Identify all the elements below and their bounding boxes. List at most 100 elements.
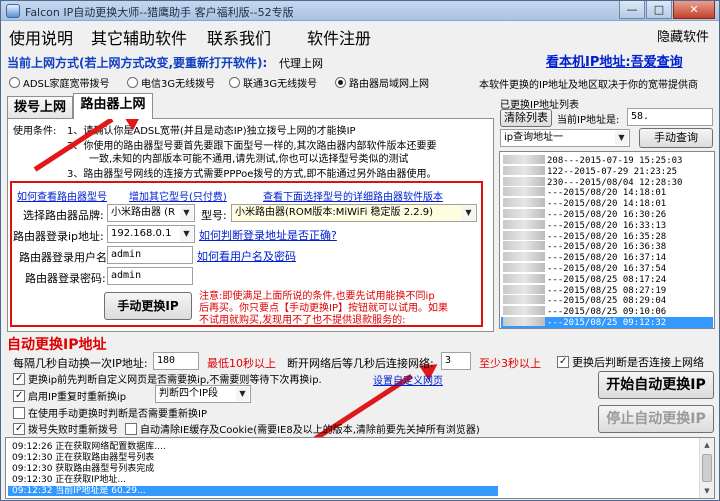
opt-clear-cache[interactable]: 自动清除IE缓存及Cookie(需要IE8及以上的版本,清除前要先关掉所有浏览器… bbox=[125, 421, 480, 436]
hide-software-button[interactable]: 隐藏软件 bbox=[657, 26, 709, 45]
opt-manual-check[interactable]: 在使用手动更换时判断是否需要重新换IP bbox=[13, 405, 207, 420]
check-connected-box bbox=[557, 356, 569, 368]
condition-2: 2、你使用的路由器型号要首先要跟下面型号一样的,其次路由器内部软件版本还要要 bbox=[67, 141, 437, 152]
mode-value: 代理上网 bbox=[279, 57, 323, 70]
conditions-prefix: 使用条件: bbox=[13, 126, 57, 137]
opt-repeat-ip-box bbox=[13, 390, 25, 402]
radio-adsl[interactable]: ADSL家庭宽带拨号 bbox=[9, 75, 109, 90]
opt-manual-check-box bbox=[13, 407, 25, 419]
tab-router[interactable]: 路由器上网 bbox=[73, 93, 153, 119]
view-models-link[interactable]: 如何查看路由器型号 bbox=[17, 188, 107, 203]
title-bar[interactable]: Falcon IP自动更换大师--猎鹰助手 客户福利版--52专版 — □ ✕ bbox=[1, 1, 719, 21]
menu-register[interactable]: 软件注册 bbox=[307, 25, 371, 49]
masked-ip-prefix bbox=[503, 252, 545, 262]
opt-custom-page[interactable]: 更换ip前先判断自定义网页是否需要换ip,不需要则等待下次再换ip. bbox=[13, 371, 322, 386]
model-dropdown-icon: ▼ bbox=[462, 206, 475, 220]
reconnect-label: 断开网络后等几秒后连接网络: bbox=[287, 357, 434, 370]
radio-unicom-3g[interactable]: 联通3G无线拨号 bbox=[229, 75, 317, 90]
check-login-link[interactable]: 如何判断登录地址是否正确? bbox=[199, 227, 337, 243]
log-scrollbar[interactable]: ▲ ▼ bbox=[699, 438, 714, 498]
menu-other-tools[interactable]: 其它辅助软件 bbox=[91, 25, 187, 49]
log-entry: 09:12:30 正在获取路由器型号列表 bbox=[12, 453, 155, 463]
interval-label: 每隔几秒自动换一次IP地址: bbox=[13, 357, 148, 370]
current-ip-field[interactable]: 58. bbox=[627, 108, 713, 126]
ip-history-row[interactable]: 230---2015/08/04 12:28:30 bbox=[503, 176, 682, 188]
ip-history-time: ---2015/08/20 16:33:13 bbox=[547, 220, 667, 231]
ip-history-list[interactable]: 208---2015-07-19 15:25:03 122--2015-07-29… bbox=[499, 151, 715, 329]
ip-query-select[interactable]: ip查询地址一 ▼ bbox=[500, 129, 630, 147]
ip-history-row[interactable]: ---2015/08/20 16:35:28 bbox=[503, 230, 667, 242]
opt-repeat-ip-label: 启用IP重复时重新换ip bbox=[28, 392, 127, 403]
ip-query-dropdown-icon: ▼ bbox=[615, 131, 628, 145]
ip-history-time: ---2015/08/20 16:35:28 bbox=[547, 231, 667, 242]
ip-history-row[interactable]: ---2015/08/20 16:36:38 bbox=[503, 241, 666, 252]
interval-note: 最低10秒以上 bbox=[207, 357, 276, 370]
tab-dialup[interactable]: 拨号上网 bbox=[7, 96, 73, 119]
masked-ip-prefix bbox=[503, 230, 545, 240]
set-custom-page-link[interactable]: 设置自定义网页 bbox=[373, 372, 443, 387]
ip-history-row[interactable]: ---2015/08/25 08:29:04 bbox=[503, 295, 666, 306]
radio-telecom-3g[interactable]: 电信3G无线拨号 bbox=[127, 75, 215, 90]
ip-history-time: ---2015/08/20 14:18:01 bbox=[547, 188, 667, 199]
opt-repeat-ip[interactable]: 启用IP重复时重新换ip bbox=[13, 388, 126, 403]
opt-redial[interactable]: 拨号失败时重新拨号 bbox=[13, 421, 118, 436]
stop-auto-change-button[interactable]: 停止自动更换IP bbox=[598, 405, 714, 433]
ip-history-row[interactable]: 122--2015-07-29 21:23:25 bbox=[503, 165, 677, 177]
radio-router-lan[interactable]: 路由器局域网上网 bbox=[335, 75, 429, 90]
ip-history-time: ---2015/08/20 16:37:54 bbox=[547, 264, 667, 274]
ip-history-row[interactable]: ---2015/08/20 16:33:13 bbox=[503, 219, 667, 231]
manual-query-button[interactable]: 手动查询 bbox=[639, 128, 713, 148]
start-auto-change-button[interactable]: 开始自动更换IP bbox=[598, 371, 714, 399]
brand-select[interactable]: 小米路由器 (R ▼ bbox=[107, 204, 195, 222]
ip-history-ip: 122 bbox=[547, 166, 564, 177]
router-password-input[interactable]: admin bbox=[107, 267, 193, 285]
window-title: Falcon IP自动更换大师--猎鹰助手 客户福利版--52专版 bbox=[25, 6, 294, 19]
ip-history-row[interactable]: ---2015/08/20 16:30:26 bbox=[503, 209, 666, 220]
ip-history-row[interactable]: 208---2015-07-19 15:25:03 bbox=[503, 155, 682, 166]
opt-redial-box bbox=[13, 423, 25, 435]
scroll-down-icon[interactable]: ▼ bbox=[700, 484, 714, 498]
manual-change-ip-button[interactable]: 手动更换IP bbox=[104, 292, 192, 320]
ip-history-row[interactable]: ---2015/08/25 08:27:19 bbox=[503, 284, 666, 296]
scroll-up-icon[interactable]: ▲ bbox=[700, 438, 714, 452]
view-user-link[interactable]: 如何看用户名及密码 bbox=[197, 248, 296, 264]
clear-list-button[interactable]: 清除列表 bbox=[500, 109, 552, 127]
auto-change-title: 自动更换IP地址 bbox=[7, 337, 107, 353]
warning-line-2: 后再买。你只要点【手动更换IP】按钮就可以试用。如果 bbox=[199, 303, 448, 314]
firmware-link[interactable]: 查看下面选择型号的详细路由器软件版本 bbox=[263, 188, 443, 203]
ip-history-row[interactable]: ---2015/08/25 08:17:24 bbox=[503, 273, 666, 285]
ip-history-ip: 230 bbox=[547, 177, 564, 188]
model-select[interactable]: 小米路由器(ROM版本:MiWiFi 稳定版 2.2.9) ▼ bbox=[231, 204, 477, 222]
log-entry: 09:12:26 正在获取网络配置数据库.... bbox=[12, 442, 166, 452]
login-ip-select[interactable]: 192.168.0.1 ▼ bbox=[107, 225, 195, 243]
interval-input[interactable]: 180 bbox=[153, 352, 199, 370]
brand-select-value: 小米路由器 (R bbox=[111, 207, 176, 218]
minimize-button[interactable]: — bbox=[619, 1, 645, 19]
menu-bar: 使用说明 其它辅助软件 联系我们 软件注册 隐藏软件 bbox=[1, 22, 719, 48]
check-connected-option[interactable]: 更换后判断是否连接上网络 bbox=[557, 354, 704, 370]
ip-history-time: ---2015/08/20 16:36:38 bbox=[547, 242, 667, 253]
ip-history-row[interactable]: ---2015/08/20 14:18:01 bbox=[503, 187, 666, 198]
router-username-input[interactable]: admin bbox=[107, 246, 193, 264]
ip-segment-select[interactable]: 判断四个IP段 ▼ bbox=[155, 385, 251, 403]
log-list[interactable]: 09:12:26 正在获取网络配置数据库.... 09:12:30 正在获取路由… bbox=[5, 437, 715, 499]
ip-history-row[interactable]: ---2015/08/25 09:10:06 bbox=[503, 306, 666, 317]
mode-label: 当前上网方式(若上网方式改变,要重新打开软件): bbox=[7, 56, 268, 70]
add-models-link[interactable]: 增加其它型号(只付费) bbox=[129, 188, 227, 203]
ip-history-row-selected[interactable]: ---2015/08/25 09:12:32 bbox=[501, 317, 713, 328]
maximize-button[interactable]: □ bbox=[646, 1, 672, 19]
ip-history-row[interactable]: ---2015/08/20 16:37:14 bbox=[503, 252, 666, 263]
menu-usage[interactable]: 使用说明 bbox=[9, 25, 73, 49]
masked-ip-prefix bbox=[503, 241, 545, 251]
menu-contact[interactable]: 联系我们 bbox=[207, 25, 271, 49]
ip-history-row[interactable]: ---2015/08/20 16:37:54 bbox=[503, 263, 666, 274]
scroll-thumb[interactable] bbox=[702, 454, 712, 482]
masked-ip-prefix bbox=[503, 187, 545, 197]
check-ip-link[interactable]: 看本机IP地址:吾爱查询 bbox=[546, 51, 683, 70]
ip-history-row[interactable]: ---2015/08/20 14:18:01 bbox=[503, 198, 666, 209]
reconnect-input[interactable]: 3 bbox=[441, 352, 471, 370]
condition-2b: 一致,未知的内部版本可能不通用,请先测试,你也可以选择型号类似的测试 bbox=[89, 154, 409, 165]
close-button[interactable]: ✕ bbox=[673, 1, 715, 19]
warning-line-1: 注意:即使满足上面所说的条件,也要先试用能换不同ip bbox=[199, 291, 435, 302]
log-entry: 09:12:30 获取路由器型号列表完成 bbox=[12, 464, 155, 474]
